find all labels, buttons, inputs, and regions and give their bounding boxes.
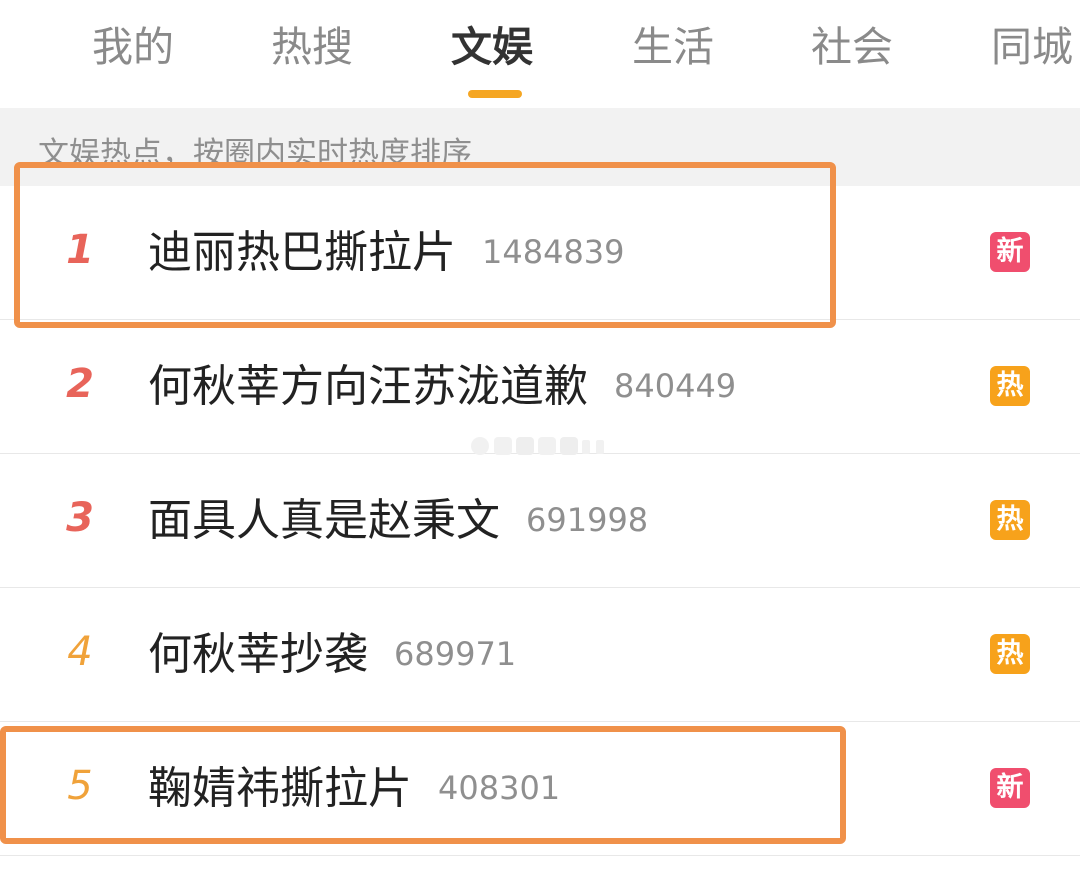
- rank-number: 2: [66, 361, 94, 407]
- new-badge: 新: [990, 768, 1030, 808]
- topic-title: 何秋莘方向汪苏泷道歉 840449: [148, 358, 736, 415]
- new-badge: 新: [990, 232, 1030, 272]
- tab-local[interactable]: 同城: [991, 22, 1073, 72]
- rank-number: 4: [67, 629, 93, 675]
- category-tab-bar: 我的 热搜 文娱 生活 社会 同城: [0, 0, 1080, 108]
- hot-badge: 热: [990, 634, 1030, 674]
- active-tab-indicator: [468, 90, 522, 98]
- list-item-3[interactable]: 3 面具人真是赵秉文 691998 热: [0, 454, 1080, 588]
- topic-title: 鞠婧祎撕拉片 408301: [148, 760, 560, 817]
- tab-hot-search[interactable]: 热搜: [271, 22, 353, 72]
- topic-title-text: 何秋莘抄袭: [148, 629, 368, 680]
- topic-title-text: 面具人真是赵秉文: [148, 495, 500, 546]
- topic-title: 迪丽热巴撕拉片 1484839: [148, 224, 625, 281]
- section-header-text: 文娱热点，按圈内实时热度排序: [38, 136, 472, 172]
- topic-title-text: 何秋莘方向汪苏泷道歉: [148, 361, 588, 412]
- topic-title: 何秋莘抄袭 689971: [148, 626, 516, 683]
- tab-mine[interactable]: 我的: [92, 22, 174, 72]
- rank-number: 3: [66, 495, 94, 541]
- topic-title: 面具人真是赵秉文 691998: [148, 492, 648, 549]
- list-item-1[interactable]: 1 迪丽热巴撕拉片 1484839 新: [0, 186, 1080, 320]
- list-item-5[interactable]: 5 鞠婧祎撕拉片 408301 新: [0, 722, 1080, 856]
- section-header: 文娱热点，按圈内实时热度排序: [0, 108, 1080, 186]
- list-item-4[interactable]: 4 何秋莘抄袭 689971 热: [0, 588, 1080, 722]
- tab-society[interactable]: 社会: [811, 22, 893, 72]
- heat-count: 691998: [526, 501, 649, 539]
- hot-badge: 热: [990, 366, 1030, 406]
- heat-count: 408301: [438, 769, 561, 807]
- rank-number: 5: [67, 763, 93, 809]
- topic-title-text: 鞠婧祎撕拉片: [148, 763, 412, 814]
- heat-count: 1484839: [482, 233, 625, 271]
- topic-title-text: 迪丽热巴撕拉片: [148, 227, 456, 278]
- heat-count: 840449: [614, 367, 737, 405]
- hot-badge: 热: [990, 500, 1030, 540]
- rank-number: 1: [66, 227, 94, 273]
- tab-life[interactable]: 生活: [632, 22, 714, 72]
- heat-count: 689971: [394, 635, 517, 673]
- tab-entertainment[interactable]: 文娱: [451, 22, 533, 72]
- list-item-2[interactable]: 2 何秋莘方向汪苏泷道歉 840449 热: [0, 320, 1080, 454]
